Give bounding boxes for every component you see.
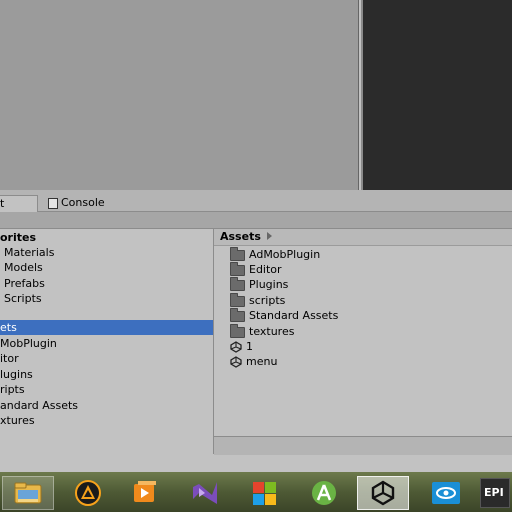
asset-folder-admobplugin[interactable]: AdMobPlugin: [230, 246, 321, 262]
tree-item-assets-label: ets: [0, 321, 17, 334]
taskbar-file-explorer[interactable]: [2, 476, 54, 510]
asset-folder-editor[interactable]: Editor: [230, 261, 282, 277]
favorites-header[interactable]: orites: [0, 230, 36, 245]
breadcrumb-arrow-icon: [267, 232, 272, 240]
microsoft-office-icon: [253, 482, 276, 505]
tab-project-label: t: [0, 197, 5, 210]
tree-item-models[interactable]: Models: [4, 260, 43, 275]
console-icon: [48, 198, 58, 209]
asset-folder-scripts[interactable]: scripts: [230, 292, 286, 308]
folder-icon: [230, 261, 245, 276]
breadcrumb-assets[interactable]: Assets: [220, 230, 261, 243]
epic-games-icon: EPI: [480, 478, 510, 508]
scene-view[interactable]: [0, 0, 359, 190]
taskbar-microsoft-office[interactable]: [238, 476, 290, 510]
game-view[interactable]: [361, 0, 512, 190]
taskbar-media-player[interactable]: [119, 476, 171, 510]
tree-item-assets[interactable]: ets: [0, 320, 213, 335]
taskbar: EPI: [0, 472, 512, 512]
asset-label: Plugins: [249, 278, 289, 291]
asset-label: Standard Assets: [249, 309, 339, 322]
media-player-icon: [134, 481, 156, 502]
folder-icon: [230, 323, 245, 338]
tree-item-textures[interactable]: xtures: [0, 413, 35, 428]
asset-label: menu: [246, 355, 278, 368]
folder-icon: [230, 246, 245, 261]
tree-item-editor[interactable]: itor: [0, 351, 19, 366]
project-tree: orites Materials Models Prefabs Scripts …: [0, 229, 213, 454]
unity-scene-icon: [230, 341, 242, 353]
project-toolbar: [0, 212, 512, 229]
tree-item-prefabs[interactable]: Prefabs: [4, 276, 45, 291]
asset-scene-menu[interactable]: menu: [230, 354, 277, 369]
tree-item-materials[interactable]: Materials: [4, 245, 54, 260]
folder-icon: [230, 292, 245, 307]
asset-label: scripts: [249, 294, 286, 307]
tree-item-standard-assets[interactable]: andard Assets: [0, 398, 78, 413]
taskbar-android-studio[interactable]: [298, 476, 350, 510]
folder-icon: [230, 276, 245, 291]
visual-studio-icon: [193, 482, 217, 504]
asset-label: AdMobPlugin: [249, 248, 321, 261]
unity-icon: [371, 480, 395, 506]
taskbar-visual-studio[interactable]: [179, 476, 231, 510]
asset-folder-standard-assets[interactable]: Standard Assets: [230, 307, 339, 323]
asset-folder-plugins[interactable]: Plugins: [230, 276, 289, 292]
tree-item-scripts-folder[interactable]: ripts: [0, 382, 25, 397]
tree-item-scripts[interactable]: Scripts: [4, 291, 42, 306]
tree-item-plugins[interactable]: lugins: [0, 367, 33, 382]
assets-view: Assets AdMobPlugin Editor Plugins script…: [214, 229, 512, 436]
taskbar-aimp[interactable]: [62, 476, 114, 510]
asset-scene-1[interactable]: 1: [230, 339, 253, 354]
tv-app-icon: [432, 482, 460, 504]
breadcrumb: Assets: [214, 229, 512, 246]
assets-status-bar: [214, 436, 512, 455]
asset-label: 1: [246, 340, 253, 353]
taskbar-epic-games[interactable]: EPI: [480, 476, 512, 510]
taskbar-unity[interactable]: [357, 476, 409, 510]
android-studio-icon: [312, 481, 336, 505]
tab-console-label: Console: [61, 196, 105, 209]
tree-item-admobplugin[interactable]: MobPlugin: [0, 336, 57, 351]
asset-label: textures: [249, 325, 295, 338]
folder-icon: [230, 307, 245, 322]
asset-label: Editor: [249, 263, 282, 276]
tab-console[interactable]: Console: [41, 195, 121, 211]
taskbar-tv-app[interactable]: [420, 476, 472, 510]
tab-strip: t Console: [0, 194, 512, 212]
asset-folder-textures[interactable]: textures: [230, 323, 295, 339]
unity-scene-icon: [230, 356, 242, 368]
file-explorer-icon: [14, 482, 42, 504]
aimp-icon: [75, 480, 101, 506]
tab-project[interactable]: t: [0, 195, 38, 212]
